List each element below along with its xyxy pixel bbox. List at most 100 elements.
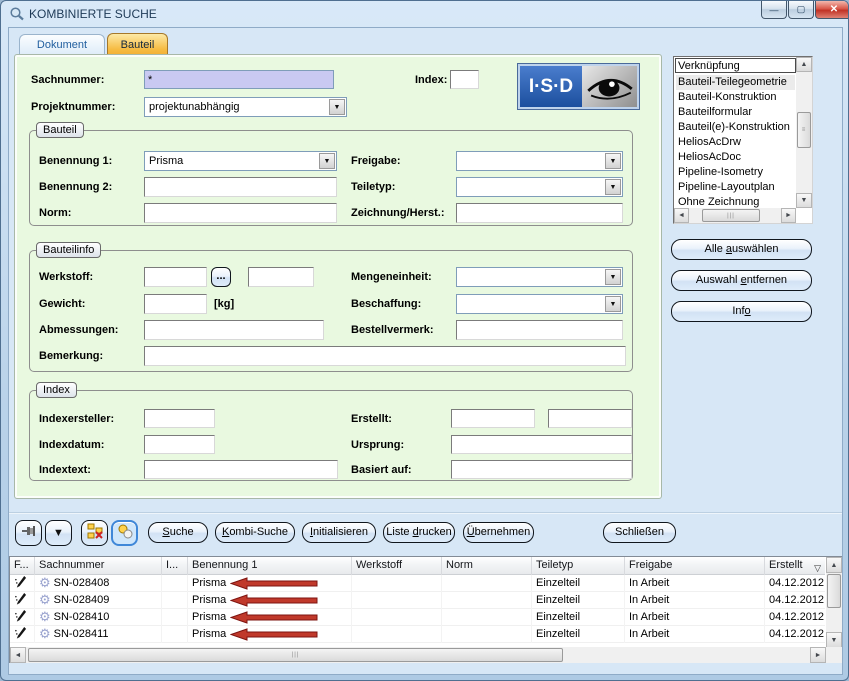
scrollbar-down-button[interactable]: ▼ [796,193,812,208]
scrollbar-up-button[interactable]: ▲ [796,57,812,72]
table-row[interactable]: ⚙SN-028411 Prisma Einzelteil In Arbeit 0… [10,626,825,643]
scrollbar-right-button[interactable]: ► [781,208,796,223]
norm-cell [442,592,532,609]
column-header-freigabestatus[interactable]: F... [10,557,35,575]
suche-button[interactable]: Suche [148,522,208,543]
list-item[interactable]: Bauteilformular [676,105,795,120]
list-item[interactable]: Bauteil-Konstruktion [676,90,795,105]
mengeneinheit-select[interactable]: ▼ [456,267,623,287]
index-label: Index: [415,73,447,87]
column-header-benennung1[interactable]: Benennung 1 [188,557,352,575]
list-item[interactable]: Bauteil-Teilegeometrie [676,75,795,90]
table-row[interactable]: ⚙SN-028410 Prisma Einzelteil In Arbeit 0… [10,609,825,626]
column-header-index[interactable]: I... [162,557,188,575]
scrollbar-left-button[interactable]: ◄ [10,647,26,663]
teiletyp-select[interactable]: ▼ [456,177,623,197]
werkstoff-cell [352,609,442,626]
scrollbar-left-button[interactable]: ◄ [674,208,689,223]
schliessen-button[interactable]: Schließen [603,522,676,543]
liste-drucken-button[interactable]: Liste drucken [383,522,455,543]
gewicht-input[interactable] [144,294,207,314]
benennung1-select[interactable]: Prisma ▼ [144,151,337,171]
scrollbar-thumb[interactable]: ≡ [797,112,811,148]
bemerkung-input[interactable] [144,346,626,366]
werkstoff-browse-button[interactable]: ... [211,267,231,287]
benennung1-label: Benennung 1: [39,154,112,168]
remove-selection-button[interactable]: Auswahl entfernen [671,270,812,291]
freigabe-select[interactable]: ▼ [456,151,623,171]
erstellt-input-1[interactable] [451,409,535,428]
close-button[interactable]: ✕ [815,1,849,19]
linked-circles-icon [117,523,133,544]
bestellvermerk-input[interactable] [456,320,623,340]
dropdown-arrow-icon[interactable]: ▼ [329,99,345,115]
ursprung-input[interactable] [451,435,632,454]
scrollbar-up-button[interactable]: ▲ [826,557,842,573]
annotation-arrow [230,577,318,592]
scrollbar-thumb[interactable]: ||| [702,209,760,222]
remove-structure-button[interactable] [81,520,108,546]
erstellt-cell: 04.12.2012 [765,592,825,609]
scrollbar-thumb[interactable]: ||| [28,648,563,662]
annotation-arrow [230,628,318,643]
dropdown-arrow-icon[interactable]: ▼ [605,269,621,285]
werkstoff-input-2[interactable] [248,267,314,287]
list-item[interactable]: HeliosAcDoc [676,150,795,165]
tab-dokument[interactable]: Dokument [19,34,105,56]
column-header-sachnummer[interactable]: Sachnummer [35,557,162,575]
results-table-header: F... Sachnummer I... Benennung 1 Werksto… [10,557,825,575]
maximize-button[interactable]: ▢ [788,1,814,19]
select-all-button[interactable]: Alle auswählen [671,239,812,260]
indexdatum-input[interactable] [144,435,215,454]
benennung2-label: Benennung 2: [39,180,112,194]
zeichnung-herst-input[interactable] [456,203,623,223]
scrollbar-right-button[interactable]: ► [810,647,826,663]
projektnummer-select[interactable]: projektunabhängig ▼ [144,97,347,117]
norm-input[interactable] [144,203,337,223]
initialisieren-button[interactable]: Initialisieren [302,522,376,543]
scrollbar-down-button[interactable]: ▼ [826,632,842,648]
list-item[interactable]: Pipeline-Isometry [676,165,795,180]
gewicht-unit-label: [kg] [214,297,234,311]
indextext-input[interactable] [144,460,338,479]
beschaffung-select[interactable]: ▼ [456,294,623,314]
expand-results-button[interactable]: ▼ [45,520,72,546]
dropdown-arrow-icon[interactable]: ▼ [319,153,335,169]
list-item[interactable]: Pipeline-Layoutplan [676,180,795,195]
abmessungen-input[interactable] [144,320,324,340]
column-header-freigabe[interactable]: Freigabe [625,557,765,575]
pin-dialog-button[interactable] [15,520,42,546]
scrollbar-thumb[interactable] [827,574,841,608]
annotation-arrow [230,594,318,609]
table-row[interactable]: ⚙SN-028409 Prisma Einzelteil In Arbeit 0… [10,592,825,609]
sachnummer-input[interactable] [144,70,334,89]
list-item[interactable]: HeliosAcDrw [676,135,795,150]
werkstoff-input-1[interactable] [144,267,207,287]
column-header-teiletyp[interactable]: Teiletyp [532,557,625,575]
dropdown-arrow-icon[interactable]: ▼ [605,153,621,169]
basiert-auf-input[interactable] [451,460,632,479]
benennung1-cell: Prisma [188,626,352,643]
column-header-werkstoff[interactable]: Werkstoff [352,557,442,575]
table-row[interactable]: ⚙SN-028408 Prisma Einzelteil In Arbeit 0… [10,575,825,592]
benennung2-input[interactable] [144,177,337,197]
erstellt-input-2[interactable] [548,409,632,428]
column-header-norm[interactable]: Norm [442,557,532,575]
uebernehmen-button[interactable]: Übernehmen [463,522,534,543]
minimize-button[interactable]: — [761,1,787,19]
link-parts-button[interactable] [111,520,138,546]
dropdown-arrow-icon[interactable]: ▼ [605,179,621,195]
sachnummer-label: Sachnummer: [31,73,104,87]
separator [9,512,842,514]
title-bar[interactable]: KOMBINIERTE SUCHE — ▢ ✕ [1,1,848,27]
kombi-suche-button[interactable]: Kombi-Suche [215,522,295,543]
index-input[interactable] [450,70,479,89]
tab-bauteil[interactable]: Bauteil [107,33,168,56]
dropdown-arrow-icon[interactable]: ▼ [605,296,621,312]
info-button[interactable]: Info [671,301,812,322]
list-item[interactable]: Bauteil(e)-Konstruktion [676,120,795,135]
list-item-verknuepfung[interactable]: Verknüpfung [675,58,796,73]
column-header-erstellt[interactable]: Erstellt ▽ [765,557,825,575]
results-table: F... Sachnummer I... Benennung 1 Werksto… [9,556,842,663]
indexersteller-input[interactable] [144,409,215,428]
